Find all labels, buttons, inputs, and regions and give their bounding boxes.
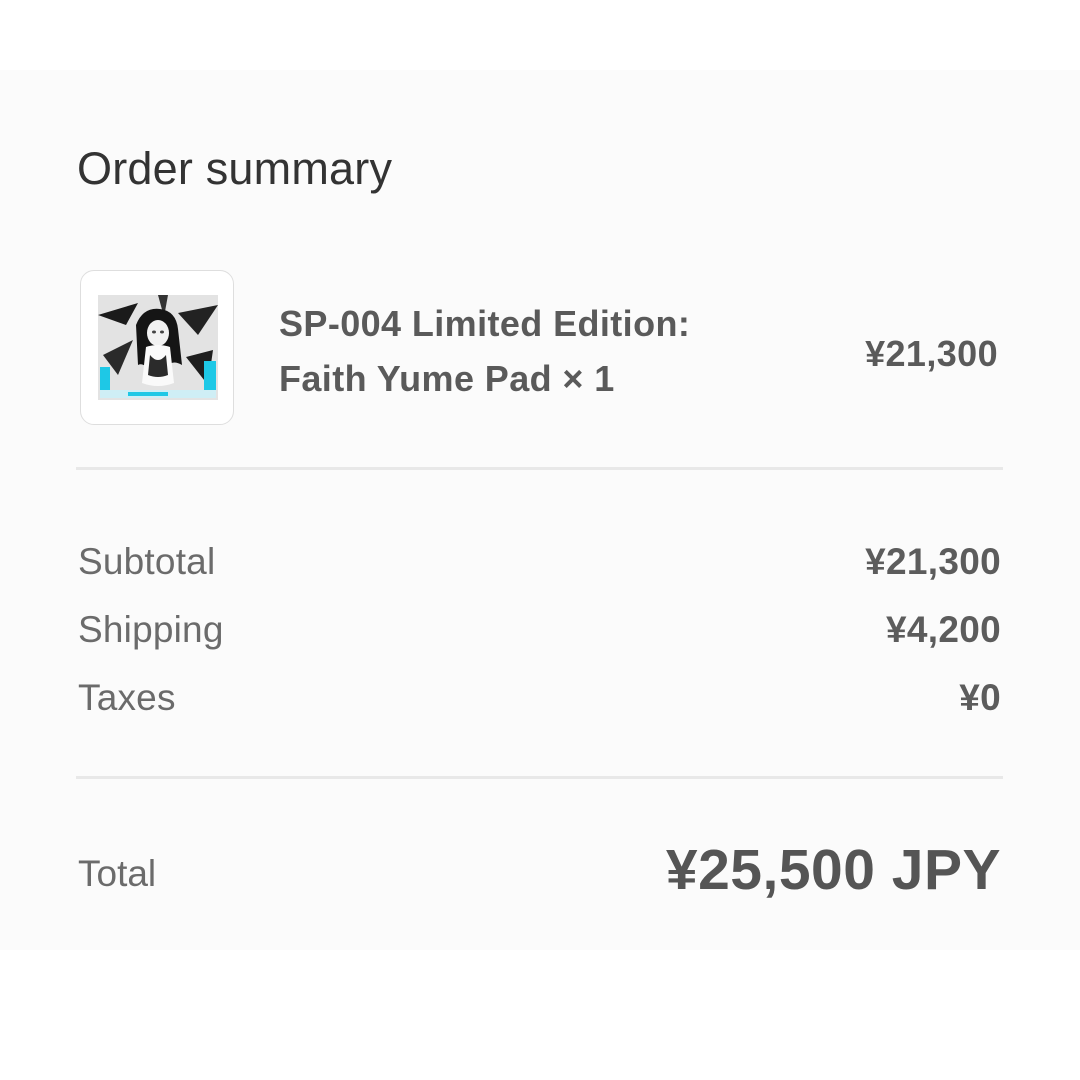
shipping-value: ¥4,200 xyxy=(886,609,1001,650)
subtotal-label: Subtotal xyxy=(78,541,216,582)
subtotal-value: ¥21,300 xyxy=(865,541,1001,582)
divider xyxy=(76,776,1003,779)
product-thumbnail xyxy=(80,270,234,425)
total-label: Total xyxy=(78,853,157,894)
product-name-line-2: Faith Yume Pad × 1 xyxy=(279,358,615,399)
product-image xyxy=(98,295,218,400)
order-summary-title: Order summary xyxy=(77,143,393,194)
taxes-label: Taxes xyxy=(78,677,176,718)
product-name-line-1: SP-004 Limited Edition: xyxy=(279,303,691,344)
order-summary-panel xyxy=(0,70,1080,950)
total-value: ¥25,500 JPY xyxy=(665,838,1001,902)
product-name: SP-004 Limited Edition: Faith Yume Pad ×… xyxy=(279,296,779,406)
taxes-value: ¥0 xyxy=(959,677,1001,718)
divider xyxy=(76,467,1003,470)
line-item-price: ¥21,300 xyxy=(865,333,998,374)
shipping-label: Shipping xyxy=(78,609,224,650)
